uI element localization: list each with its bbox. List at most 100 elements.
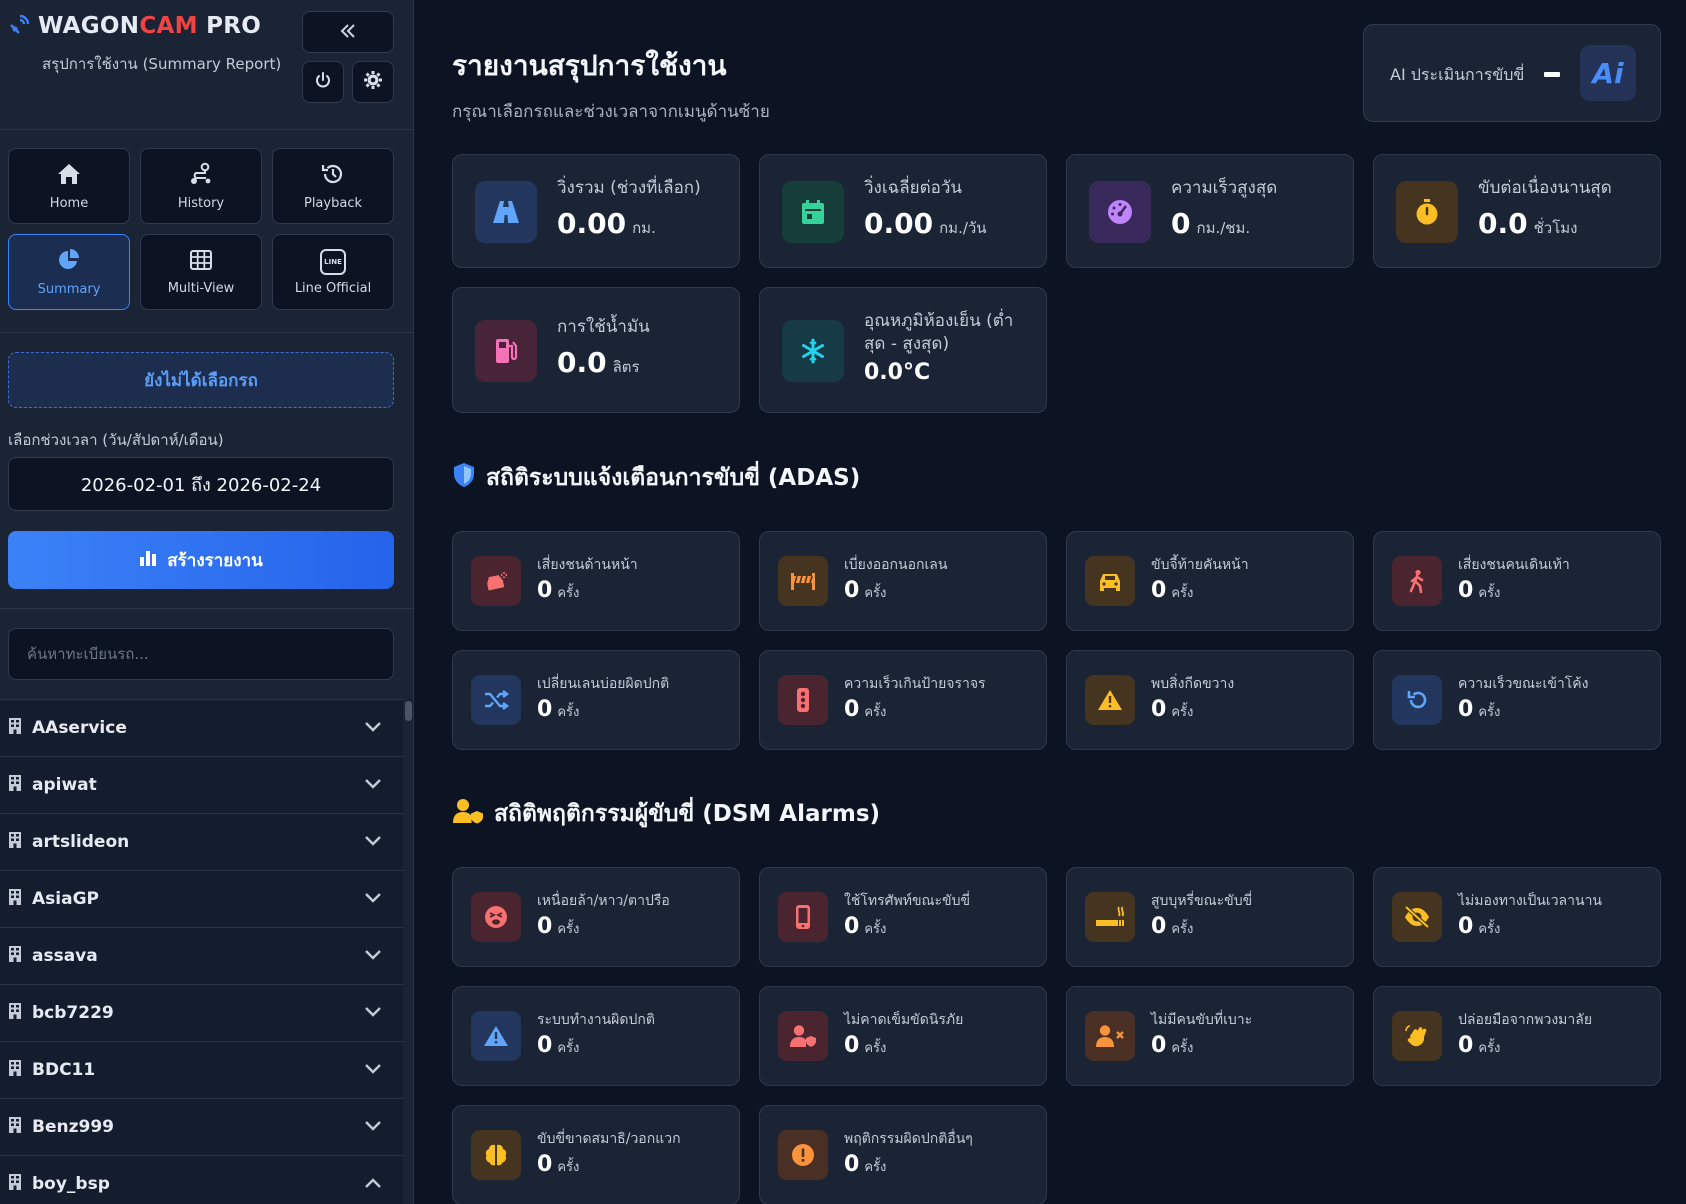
group-name: boy_bsp — [32, 1174, 110, 1194]
alarm-label: ความเร็วขณะเข้าโค้ง — [1458, 676, 1589, 692]
chevron-up-icon[interactable] — [364, 1174, 382, 1194]
alarm-label: สูบบุหรี่ขณะขับขี่ — [1151, 893, 1253, 909]
search-plate-input[interactable] — [8, 628, 394, 680]
stat-label: วิ่งเฉลี่ยต่อวัน — [864, 178, 963, 198]
stat-card-total-distance: วิ่งรวม (ช่วงที่เลือก) 0.00 กม. — [452, 154, 740, 268]
dsm-section-title: สถิติพฤติกรรมผู้ขับขี่ (DSM Alarms) — [452, 796, 880, 832]
stat-value: 0.0°C — [864, 360, 931, 385]
alarm-count: 0 ครั้ง — [1458, 697, 1501, 722]
alarm-count: 0 ครั้ง — [1458, 578, 1501, 603]
stat-label-line: อุณหภูมิห้องเย็น (ต่ำ — [864, 311, 1014, 331]
stat-label-line: สุด - สูงสุด) — [864, 334, 950, 354]
group-item[interactable]: AAservice — [0, 699, 404, 756]
ai-score-dash — [1544, 72, 1560, 77]
chevron-down-icon[interactable] — [364, 1117, 382, 1137]
smoking-icon — [1085, 892, 1135, 942]
chevron-down-icon[interactable] — [364, 1060, 382, 1080]
stat-card-cold-room-temp: อุณหภูมิห้องเย็น (ต่ำสุด - สูงสุด) 0.0°C — [759, 287, 1047, 413]
group-name: BDC11 — [32, 1060, 96, 1080]
alarm-label: ขับจี้ท้ายคันหน้า — [1151, 557, 1249, 573]
group-item[interactable]: artslideon — [0, 813, 404, 870]
nav-summary-label: Summary — [37, 281, 101, 297]
road-barrier-icon — [778, 556, 828, 606]
nav-multiview-label: Multi-View — [167, 280, 235, 296]
dsm-stat-card: ไม่มองทางเป็นเวลานาน 0 ครั้ง — [1373, 867, 1661, 967]
create-report-button[interactable]: สร้างรายงาน — [8, 531, 394, 589]
history-clock-icon — [320, 162, 346, 190]
nav-home-label: Home — [49, 195, 89, 211]
create-report-label: สร้างรายงาน — [167, 550, 263, 571]
nav-playback[interactable]: Playback — [272, 148, 394, 224]
eye-slash-icon — [1392, 892, 1442, 942]
alarm-label: เสี่ยงชนด้านหน้า — [537, 557, 638, 573]
nav-line-official[interactable]: LINE Line Official — [272, 234, 394, 310]
divider — [0, 332, 414, 333]
mobile-phone-icon — [778, 892, 828, 942]
group-item[interactable]: boy_bsp — [0, 1155, 404, 1204]
group-name: apiwat — [32, 775, 97, 795]
user-shield-icon — [778, 1011, 828, 1061]
chevron-down-icon[interactable] — [364, 889, 382, 909]
nav-home[interactable]: Home — [8, 148, 130, 224]
alarm-label: ใช้โทรศัพท์ขณะขับขี่ — [844, 893, 971, 909]
hand-wave-icon — [1392, 1011, 1442, 1061]
alarm-label: ไม่คาดเข็มขัดนิรภัย — [844, 1012, 964, 1028]
chevron-down-icon[interactable] — [364, 946, 382, 966]
building-icon — [8, 1173, 22, 1196]
date-range-picker[interactable]: 2026-02-01 ถึง 2026-02-24 — [8, 457, 394, 511]
fuel-pump-icon — [475, 320, 537, 382]
alarm-label: เปลี่ยนเลนบ่อยผิดปกติ — [537, 676, 670, 692]
group-item[interactable]: BDC11 — [0, 1041, 404, 1098]
scrollbar[interactable] — [403, 699, 413, 1204]
scrollbar-thumb[interactable] — [405, 701, 412, 721]
chevron-down-icon[interactable] — [364, 775, 382, 795]
nav-summary[interactable]: Summary — [8, 234, 130, 310]
nav-multiview[interactable]: Multi-View — [140, 234, 262, 310]
alarm-label: ระบบทำงานผิดปกติ — [537, 1012, 655, 1028]
chevron-down-icon[interactable] — [364, 1003, 382, 1023]
brand: WAGONCAM PRO — [8, 12, 261, 40]
adas-section-title: สถิติระบบแจ้งเตือนการขับขี่ (ADAS) — [452, 460, 860, 496]
alarm-label: พบสิ่งกีดขวาง — [1151, 676, 1235, 692]
calendar-icon — [782, 181, 844, 243]
ai-driving-evaluation[interactable]: AI ประเมินการขับขี่ Ai — [1363, 24, 1661, 122]
nav-history[interactable]: History — [140, 148, 262, 224]
adas-stat-card: ขับจี้ท้ายคันหน้า 0 ครั้ง — [1066, 531, 1354, 631]
alarm-label: เสี่ยงชนคนเดินเท้า — [1458, 557, 1570, 573]
group-name: bcb7229 — [32, 1003, 114, 1023]
collapse-sidebar-button[interactable] — [302, 11, 394, 53]
adas-stat-card: เบี่ยงออกนอกเลน 0 ครั้ง — [759, 531, 1047, 631]
alarm-count: 0 ครั้ง — [1151, 578, 1194, 603]
dsm-stat-card: ไม่คาดเข็มขัดนิรภัย 0 ครั้ง — [759, 986, 1047, 1086]
divider — [0, 129, 414, 130]
group-item[interactable]: AsiaGP — [0, 870, 404, 927]
stat-card-longest-drive: ขับต่อเนื่องนานสุด 0.0 ชั่วโมง — [1373, 154, 1661, 268]
chevron-down-icon[interactable] — [364, 832, 382, 852]
dsm-title-text: สถิติพฤติกรรมผู้ขับขี่ (DSM Alarms) — [494, 801, 881, 827]
building-icon — [8, 831, 22, 854]
chevron-down-icon[interactable] — [364, 718, 382, 738]
alarm-label: ขับขี่ขาดสมาธิ/วอกแวก — [537, 1131, 681, 1147]
pie-chart-icon — [56, 248, 82, 276]
undo-arrow-icon — [1392, 675, 1442, 725]
group-item[interactable]: Benz999 — [0, 1098, 404, 1155]
group-item[interactable]: assava — [0, 927, 404, 984]
alarm-count: 0 ครั้ง — [537, 697, 580, 722]
building-icon — [8, 1116, 22, 1139]
settings-button[interactable] — [352, 61, 394, 103]
group-item[interactable]: apiwat — [0, 756, 404, 813]
dsm-stat-card: ปล่อยมือจากพวงมาลัย 0 ครั้ง — [1373, 986, 1661, 1086]
group-item[interactable]: bcb7229 — [0, 984, 404, 1041]
sidebar: WAGONCAM PRO สรุปการใช้งาน (Summary Repo… — [0, 0, 414, 1204]
pedestrian-icon — [1392, 556, 1442, 606]
alarm-count: 0 ครั้ง — [537, 914, 580, 939]
stat-card-avg-daily: วิ่งเฉลี่ยต่อวัน 0.00 กม./วัน — [759, 154, 1047, 268]
alarm-label: เหนื่อยล้า/หาว/ตาปรือ — [537, 893, 670, 909]
car-crash-icon — [471, 556, 521, 606]
alarm-count: 0 ครั้ง — [1458, 1033, 1501, 1058]
stat-label: วิ่งรวม (ช่วงที่เลือก) — [557, 178, 701, 198]
user-shield-icon — [452, 798, 484, 830]
selected-vehicle-box[interactable]: ยังไม่ได้เลือกรถ — [8, 352, 394, 408]
power-button[interactable] — [302, 61, 344, 103]
alarm-count: 0 ครั้ง — [1458, 914, 1501, 939]
